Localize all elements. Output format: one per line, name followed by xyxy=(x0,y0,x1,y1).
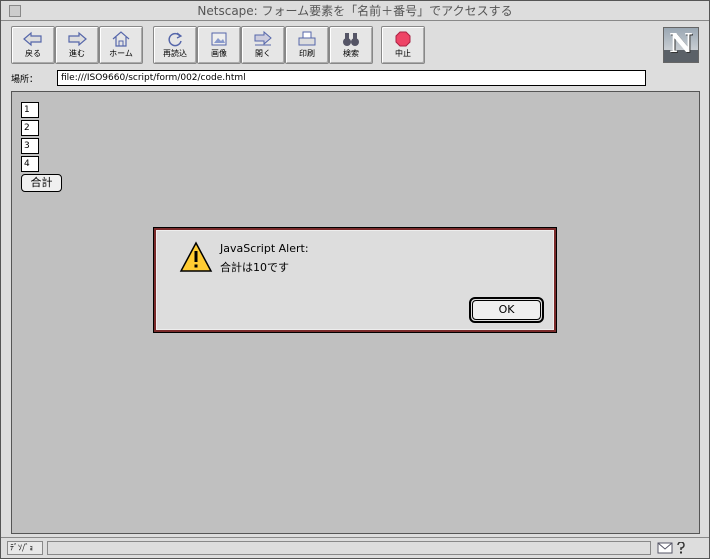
netscape-logo[interactable]: N xyxy=(663,27,699,63)
forward-button[interactable]: 進む xyxy=(55,26,99,64)
reload-label: 再読込 xyxy=(163,49,187,58)
images-label: 画像 xyxy=(211,49,227,58)
images-icon xyxy=(211,32,227,46)
location-label: 場所： xyxy=(11,75,39,85)
toolbar: 戻る 進む ホーム 再読込 画像 開く 印刷 検索 中止 xyxy=(1,22,709,68)
close-box[interactable] xyxy=(9,5,21,17)
reload-button[interactable]: 再読込 xyxy=(153,26,197,64)
home-icon xyxy=(112,31,130,47)
number-field-4[interactable]: 4 xyxy=(21,156,39,172)
open-label: 開く xyxy=(255,49,271,58)
title-bar[interactable]: Netscape: フォーム要素を「名前＋番号」でアクセスする xyxy=(1,1,709,21)
alert-message: 合計は10です xyxy=(220,261,289,274)
mail-icon[interactable] xyxy=(657,542,673,554)
number-field-1[interactable]: 1 xyxy=(21,102,39,118)
forward-label: 進む xyxy=(69,49,85,58)
warning-icon xyxy=(179,241,213,272)
back-button[interactable]: 戻る xyxy=(11,26,55,64)
printer-icon xyxy=(298,31,316,46)
status-icons xyxy=(655,541,689,555)
window-title: Netscape: フォーム要素を「名前＋番号」でアクセスする xyxy=(197,4,513,18)
binoculars-icon xyxy=(343,33,359,46)
help-icon[interactable] xyxy=(676,542,686,554)
security-label: ﾃﾞｿ/ﾞｮ xyxy=(10,543,34,552)
alert-title: JavaScript Alert: xyxy=(220,242,309,255)
ok-button-label: OK xyxy=(472,300,541,320)
open-button[interactable]: 開く xyxy=(241,26,285,64)
stop-label: 中止 xyxy=(395,49,411,58)
print-label: 印刷 xyxy=(299,49,315,58)
reload-icon xyxy=(168,32,183,47)
status-text-field xyxy=(47,541,651,555)
find-label: 検索 xyxy=(343,49,359,58)
stop-icon xyxy=(395,31,411,47)
home-label: ホーム xyxy=(109,49,133,58)
logo-letter: N xyxy=(669,29,693,59)
forward-arrow-icon xyxy=(68,31,87,47)
security-indicator[interactable]: ﾃﾞｿ/ﾞｮ xyxy=(7,541,43,555)
open-icon xyxy=(254,30,272,46)
stop-button[interactable]: 中止 xyxy=(381,26,425,64)
back-label: 戻る xyxy=(25,49,41,58)
sum-button[interactable]: 合計 xyxy=(21,174,62,192)
images-button[interactable]: 画像 xyxy=(197,26,241,64)
number-field-3[interactable]: 3 xyxy=(21,138,39,154)
alert-dialog: JavaScript Alert: 合計は10です OK xyxy=(153,227,557,333)
find-button[interactable]: 検索 xyxy=(329,26,373,64)
ok-button[interactable]: OK xyxy=(469,297,544,323)
location-input[interactable]: file:///ISO9660/script/form/002/code.htm… xyxy=(57,70,646,86)
location-bar: 場所： file:///ISO9660/script/form/002/code… xyxy=(1,68,709,88)
browser-window: Netscape: フォーム要素を「名前＋番号」でアクセスする 戻る 進む ホー… xyxy=(0,0,710,559)
status-bar: ﾃﾞｿ/ﾞｮ xyxy=(1,537,709,558)
number-field-2[interactable]: 2 xyxy=(21,120,39,136)
back-arrow-icon xyxy=(23,31,42,47)
print-button[interactable]: 印刷 xyxy=(285,26,329,64)
home-button[interactable]: ホーム xyxy=(99,26,143,64)
